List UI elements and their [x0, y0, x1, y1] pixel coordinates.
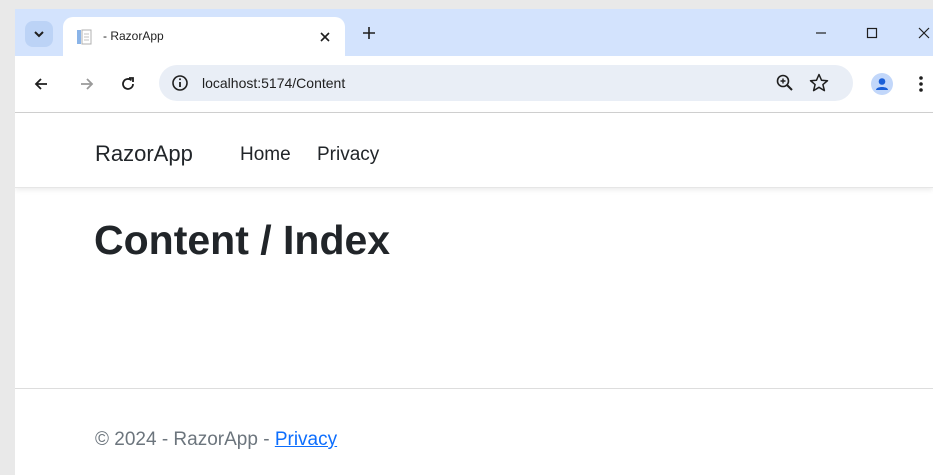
footer-privacy-link[interactable]: Privacy: [275, 429, 337, 450]
new-tab-button[interactable]: [358, 22, 380, 44]
browser-window: - RazorApp localhost:5174/Content RazorA…: [15, 9, 933, 475]
close-icon: [320, 32, 330, 42]
profile-avatar[interactable]: [871, 73, 893, 95]
chevron-down-icon: [34, 31, 44, 38]
bookmark-star-icon[interactable]: [808, 72, 830, 94]
maximize-button[interactable]: [861, 22, 883, 44]
arrow-left-icon: [34, 78, 47, 90]
page-favicon-icon: [77, 29, 92, 45]
page-viewport: RazorApp Home Privacy Content / Index © …: [15, 113, 933, 475]
reload-button[interactable]: [117, 73, 139, 95]
tab-search-button[interactable]: [25, 21, 53, 47]
reload-icon: [122, 77, 134, 90]
arrow-right-icon: [81, 78, 94, 90]
back-button[interactable]: [30, 73, 52, 95]
browser-toolbar: localhost:5174/Content: [15, 56, 933, 112]
site-info-icon[interactable]: [171, 74, 189, 92]
tab-active[interactable]: - RazorApp: [63, 17, 345, 56]
plus-icon: [363, 27, 375, 39]
footer-divider: [15, 388, 933, 389]
close-window-button[interactable]: [913, 22, 933, 44]
nav-link-home[interactable]: Home: [240, 144, 291, 166]
more-vertical-icon: [919, 76, 923, 92]
page-title: Content / Index: [94, 217, 391, 263]
maximize-icon: [866, 27, 878, 39]
zoom-icon[interactable]: [775, 73, 795, 93]
person-icon: [876, 78, 888, 90]
navbar-brand[interactable]: RazorApp: [95, 141, 193, 167]
footer-copyright: © 2024 - RazorApp -: [95, 429, 275, 450]
tab-close-button[interactable]: [316, 28, 334, 46]
tab-strip: - RazorApp: [15, 9, 933, 56]
close-window-icon: [918, 27, 930, 39]
minimize-icon: [816, 32, 826, 34]
forward-button[interactable]: [76, 73, 98, 95]
site-navbar: RazorApp Home Privacy: [15, 113, 933, 188]
address-bar[interactable]: localhost:5174/Content: [159, 65, 853, 101]
address-url[interactable]: localhost:5174/Content: [202, 75, 345, 91]
tab-title: - RazorApp: [103, 29, 164, 43]
nav-link-privacy[interactable]: Privacy: [317, 144, 379, 166]
minimize-button[interactable]: [810, 22, 832, 44]
site-footer: © 2024 - RazorApp - Privacy: [95, 429, 337, 451]
browser-menu-button[interactable]: [915, 72, 927, 96]
